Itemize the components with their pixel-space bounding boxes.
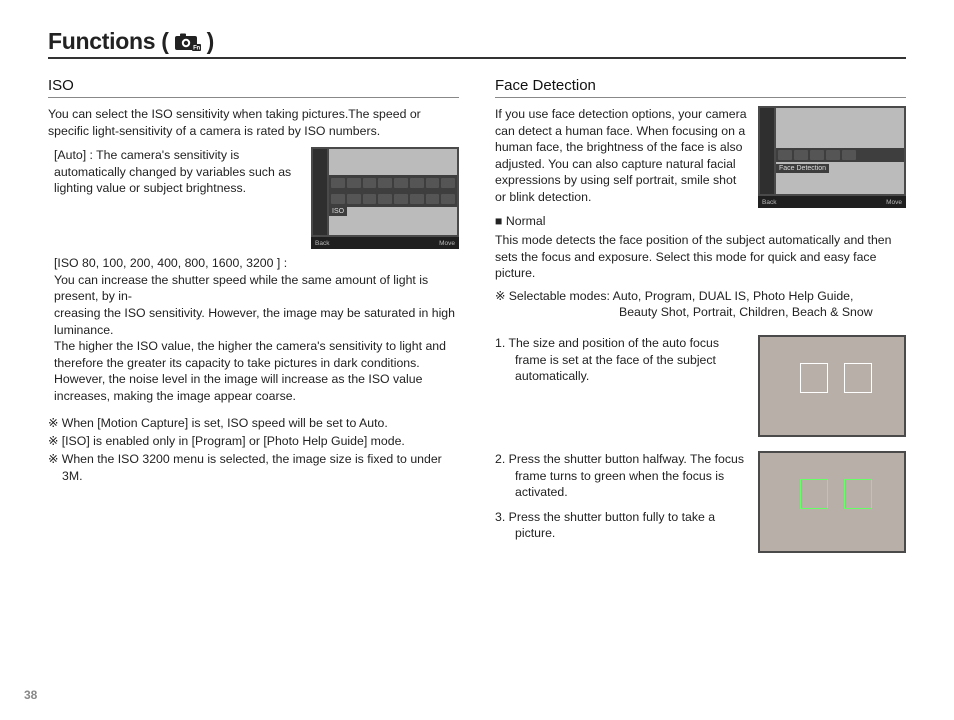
page-number: 38 [24,688,37,702]
fd-normal-head: ■ Normal [495,214,906,228]
iso-shot-label: ISO [329,207,347,216]
iso-list-head: [ISO 80, 100, 200, 400, 800, 1600, 3200 … [54,255,459,272]
iso-auto-label: [Auto] : [54,148,93,162]
fd-step1: 1. The size and position of the auto foc… [495,335,748,385]
iso-note3: ※ When the ISO 3200 menu is selected, th… [48,451,459,485]
fd-normal-body: This mode detects the face position of t… [495,232,906,282]
iso-note1: ※ When [Motion Capture] is set, ISO spee… [48,415,459,432]
fd-heading: Face Detection [495,77,906,98]
fd-selectable: ※ Selectable modes: Auto, Program, DUAL … [495,288,906,305]
camera-fn-icon: Fn [175,33,201,51]
page-title: Functions ( Fn ) [48,28,906,55]
fd-intro: If you use face detection options, your … [495,106,748,206]
fd-screenshot-menu: Face Detection Back Move [758,106,906,208]
iso-shot-move: Move [439,240,455,247]
iso-screenshot: ISO Back Move [311,147,459,249]
iso-note2: ※ [ISO] is enabled only in [Program] or … [48,433,459,450]
iso-list-body1: You can increase the shutter speed while… [54,272,459,305]
col-iso: ISO You can select the ISO sensitivity w… [48,77,459,553]
fd-selectable2: Beauty Shot, Portrait, Children, Beach &… [495,304,906,321]
iso-list-body3: The higher the ISO value, the higher the… [54,338,459,404]
iso-list-body2: creasing the ISO sensitivity. However, t… [54,305,459,338]
svg-text:Fn: Fn [193,45,200,51]
fd-shot-move: Move [886,199,902,206]
title-rule [48,57,906,59]
fd-screenshot-step1 [758,335,906,437]
col-face-detection: Face Detection If you use face detection… [495,77,906,553]
fd-step3: 3. Press the shutter button fully to tak… [495,509,748,542]
fd-shot-label: Face Detection [776,164,829,173]
iso-intro: You can select the ISO sensitivity when … [48,106,459,139]
iso-heading: ISO [48,77,459,98]
title-prefix: Functions ( [48,28,169,55]
title-suffix: ) [207,28,214,55]
fd-step2: 2. Press the shutter button halfway. The… [495,451,748,501]
fd-screenshot-step2 [758,451,906,553]
iso-shot-back: Back [315,240,329,247]
fd-shot-back: Back [762,199,776,206]
